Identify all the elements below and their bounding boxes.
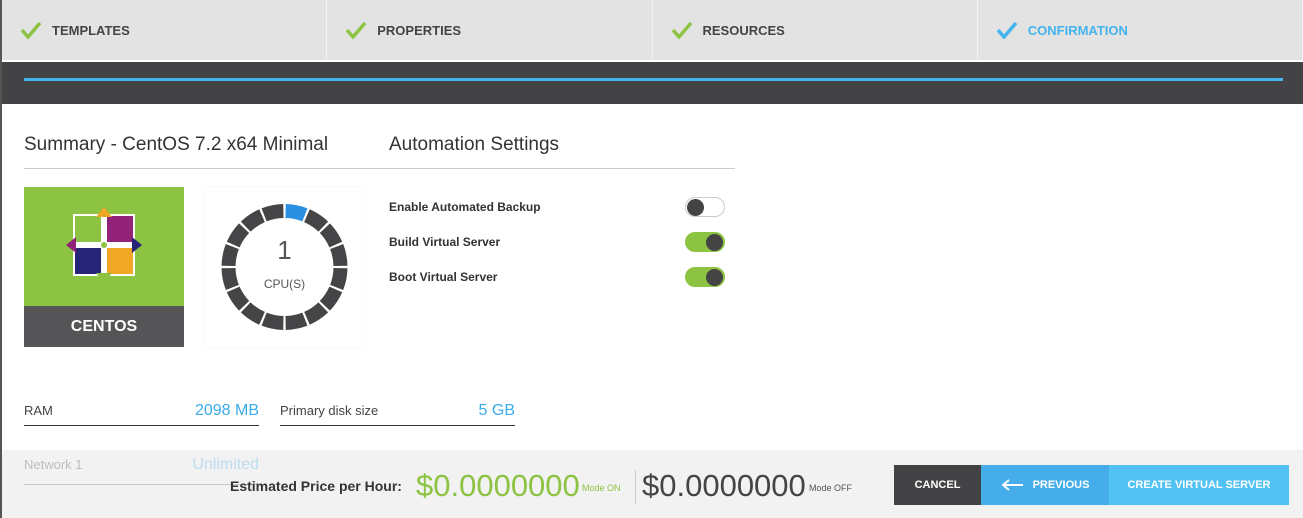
- cpu-ring: [221, 204, 348, 330]
- check-icon: [20, 21, 42, 39]
- price-label: Estimated Price per Hour:: [230, 478, 402, 494]
- cpu-label: CPU(S): [263, 277, 306, 291]
- gauge-segment: [261, 312, 284, 330]
- toggle-row-boot: Boot Virtual Server: [389, 267, 725, 287]
- previous-label: PREVIOUS: [1032, 479, 1090, 491]
- toggle-label: Enable Automated Backup: [389, 200, 541, 214]
- ram-label: RAM: [24, 403, 53, 418]
- step-label: PROPERTIES: [377, 22, 462, 38]
- step-confirmation[interactable]: CONFIRMATION: [978, 0, 1303, 60]
- backup-toggle[interactable]: [685, 197, 725, 217]
- disk-row: Primary disk size 5 GB: [280, 396, 515, 426]
- progress-bar: [2, 62, 1303, 104]
- cpu-count: 1: [277, 235, 292, 265]
- mode-on-label: Mode ON: [582, 483, 621, 493]
- toggle-label: Boot Virtual Server: [389, 270, 498, 284]
- ram-value: 2098 MB: [194, 401, 259, 419]
- step-label: RESOURCES: [702, 22, 785, 38]
- toggle-row-build: Build Virtual Server: [389, 232, 725, 252]
- toggle-label: Build Virtual Server: [389, 235, 501, 249]
- mode-off-label: Mode OFF: [809, 483, 853, 493]
- price-mode-off: $0.0000000: [642, 468, 806, 503]
- disk-value: 5 GB: [478, 401, 515, 419]
- cpu-gauge: 1 CPU(S): [204, 187, 365, 347]
- step-properties[interactable]: PROPERTIES: [327, 0, 653, 60]
- wizard-steps: TEMPLATES PROPERTIES RESOURCES CONFIRMAT…: [2, 0, 1303, 60]
- network-label: Network 1: [24, 457, 83, 472]
- network-row: Network 1 Unlimited: [24, 445, 259, 485]
- os-tile: CENTOS: [24, 187, 184, 347]
- check-icon: [996, 21, 1018, 39]
- gauge-segment: [285, 204, 308, 222]
- boot-toggle[interactable]: [685, 267, 725, 287]
- previous-button[interactable]: PREVIOUS: [981, 465, 1109, 505]
- gauge-segment: [240, 209, 265, 232]
- divider: [635, 470, 636, 504]
- toggle-row-backup: Enable Automated Backup: [389, 197, 725, 217]
- progress-fill: [24, 78, 1283, 81]
- cancel-button[interactable]: CANCEL: [894, 465, 981, 505]
- divider: [24, 168, 735, 169]
- automation-title: Automation Settings: [389, 134, 560, 155]
- gauge-segment: [240, 302, 265, 325]
- create-virtual-server-button[interactable]: CREATE VIRTUAL SERVER: [1109, 465, 1289, 505]
- gauge-segment: [304, 302, 329, 325]
- step-templates[interactable]: TEMPLATES: [2, 0, 328, 60]
- gauge-segment: [304, 209, 329, 232]
- ram-row: RAM 2098 MB: [24, 396, 259, 426]
- os-label: CENTOS: [24, 306, 184, 347]
- check-icon: [671, 21, 692, 39]
- check-icon: [345, 21, 367, 39]
- arrow-left-icon: [1001, 479, 1023, 491]
- centos-logo-icon: [66, 207, 142, 283]
- build-toggle[interactable]: [685, 232, 725, 252]
- price-mode-on: $0.0000000: [416, 468, 580, 503]
- step-label: CONFIRMATION: [1027, 22, 1128, 38]
- network-value: Unlimited: [192, 455, 259, 473]
- gauge-segment: [261, 204, 284, 222]
- summary-title: Summary - CentOS 7.2 x64 Minimal: [24, 134, 329, 155]
- disk-label: Primary disk size: [280, 403, 379, 418]
- gauge-segment: [285, 312, 308, 330]
- step-resources[interactable]: RESOURCES: [653, 0, 978, 60]
- step-label: TEMPLATES: [52, 22, 130, 38]
